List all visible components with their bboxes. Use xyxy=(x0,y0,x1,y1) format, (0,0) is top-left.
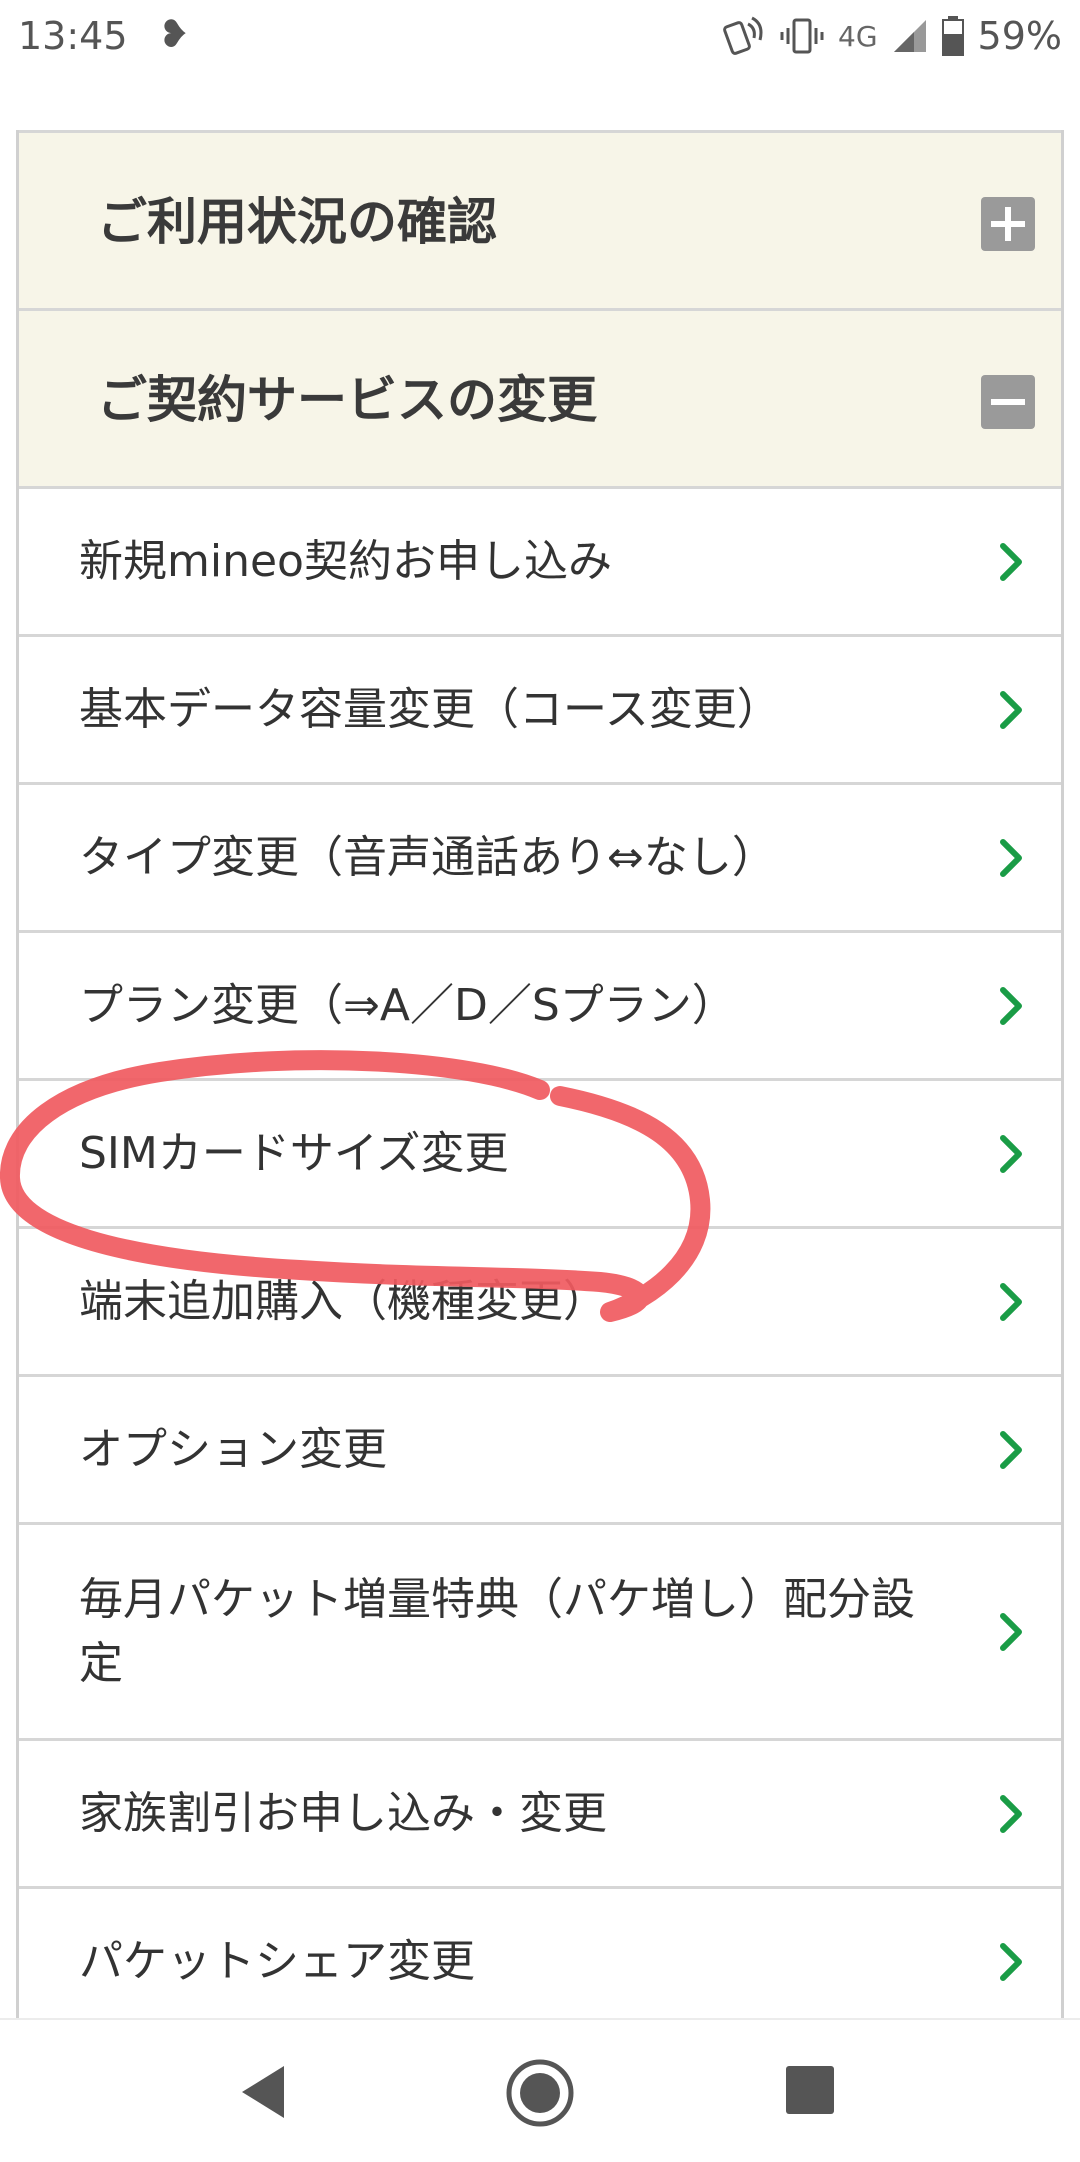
list-item-family-discount[interactable]: 家族割引お申し込み・変更 xyxy=(19,1738,1061,1886)
chevron-right-icon xyxy=(1000,1134,1022,1173)
list-item-packet-bonus[interactable]: 毎月パケット増量特典（パケ増し）配分設定 xyxy=(19,1522,1061,1738)
list-item-data-capacity[interactable]: 基本データ容量変更（コース変更） xyxy=(19,634,1061,782)
list-item-label: SIMカードサイズ変更 xyxy=(79,1127,509,1179)
contract-menu: ご利用状況の確認 ご契約サービスの変更 新規mineo契約お申し込み 基本データ… xyxy=(16,130,1064,2034)
list-item-label: 家族割引お申し込み・変更 xyxy=(79,1787,607,1839)
list-item-type-change[interactable]: タイプ変更（音声通話あり⇔なし） xyxy=(19,782,1061,930)
list-item-device-purchase[interactable]: 端末追加購入（機種変更） xyxy=(19,1226,1061,1374)
section-contract-change[interactable]: ご契約サービスの変更 xyxy=(19,308,1061,486)
chevron-right-icon xyxy=(1000,690,1022,729)
section-usage-status[interactable]: ご利用状況の確認 xyxy=(19,130,1061,308)
battery-percent: 59% xyxy=(977,14,1062,58)
home-icon[interactable] xyxy=(505,2058,575,2128)
nfc-icon xyxy=(723,16,763,55)
section-title: ご利用状況の確認 xyxy=(97,193,497,251)
recent-apps-icon[interactable] xyxy=(786,2066,834,2114)
collapse-icon[interactable] xyxy=(981,375,1035,429)
list-item-packet-share[interactable]: パケットシェア変更 xyxy=(19,1886,1061,2034)
list-item-label: プラン変更（⇒A／D／Sプラン） xyxy=(79,979,736,1031)
list-item-label: 端末追加購入（機種変更） xyxy=(79,1275,607,1327)
chevron-right-icon xyxy=(1000,838,1022,877)
list-item-label: パケットシェア変更 xyxy=(79,1935,475,1987)
chevron-right-icon xyxy=(1000,1282,1022,1321)
expand-icon[interactable] xyxy=(981,197,1035,251)
list-item-label: タイプ変更（音声通話あり⇔なし） xyxy=(79,831,776,883)
chevron-right-icon xyxy=(1000,1942,1022,1981)
network-type: 4G xyxy=(838,19,878,53)
heart-icon: ❥ xyxy=(158,12,190,56)
list-item-label: 毎月パケット増量特典（パケ増し）配分設定 xyxy=(79,1573,915,1689)
section-title: ご契約サービスの変更 xyxy=(97,371,597,429)
chevron-right-icon xyxy=(1000,1612,1022,1651)
list-item-option-change[interactable]: オプション変更 xyxy=(19,1374,1061,1522)
status-time: 13:45 xyxy=(18,14,128,58)
nav-bar xyxy=(0,2018,1080,2162)
list-item-label: 基本データ容量変更（コース変更） xyxy=(79,683,781,735)
list-item-label: 新規mineo契約お申し込み xyxy=(79,535,612,587)
chevron-right-icon xyxy=(1000,1430,1022,1469)
status-bar: 13:45 ❥ 4G 59% xyxy=(0,0,1080,72)
status-icons: 4G 59% xyxy=(722,12,1062,60)
back-icon[interactable] xyxy=(240,2064,288,2120)
battery-icon xyxy=(941,16,964,56)
list-item-plan-change[interactable]: プラン変更（⇒A／D／Sプラン） xyxy=(19,930,1061,1078)
list-item-sim-size[interactable]: SIMカードサイズ変更 xyxy=(19,1078,1061,1226)
vibrate-icon xyxy=(780,18,824,54)
list-item-label: オプション変更 xyxy=(79,1423,387,1475)
list-item-new-contract[interactable]: 新規mineo契約お申し込み xyxy=(19,486,1061,634)
chevron-right-icon xyxy=(1000,986,1022,1025)
signal-icon xyxy=(893,20,926,52)
chevron-right-icon xyxy=(1000,1794,1022,1833)
chevron-right-icon xyxy=(1000,542,1022,581)
